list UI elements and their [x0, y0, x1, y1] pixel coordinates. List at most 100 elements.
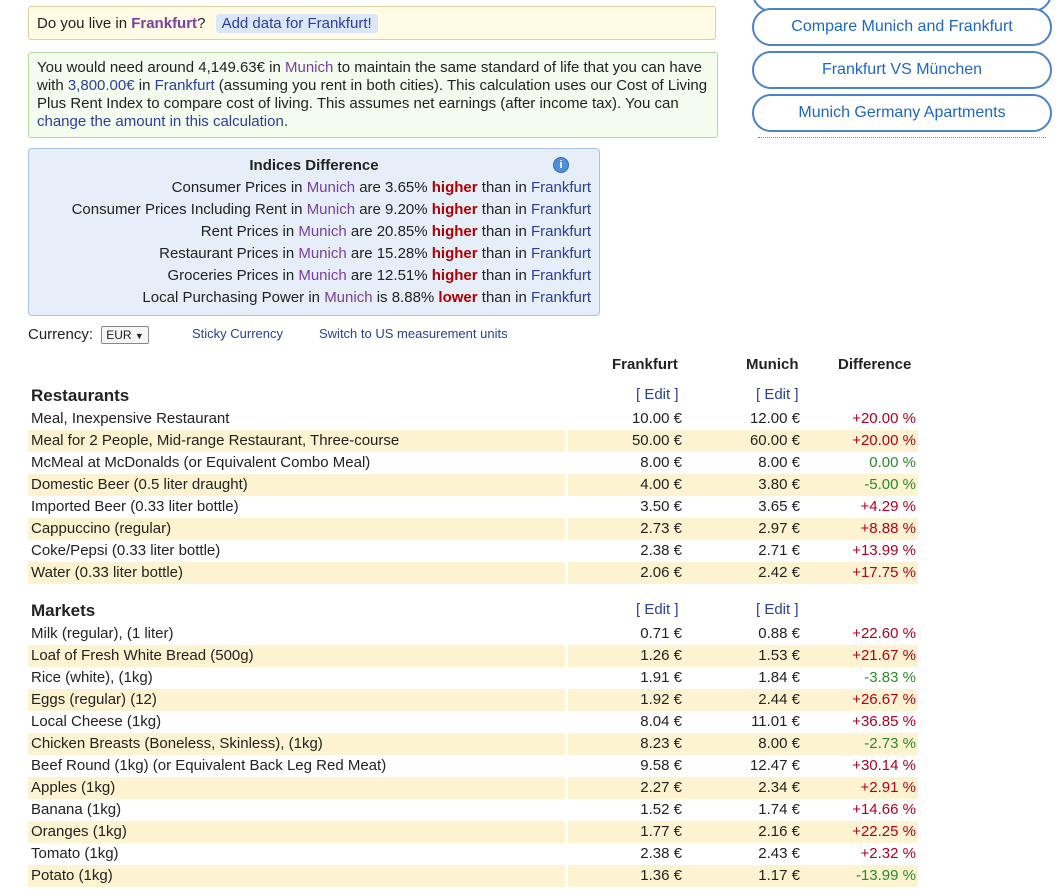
change-amount-link[interactable]: change the amount in this calculation [37, 113, 284, 130]
table-row: Imported Beer (0.33 liter bottle) 3.50 € 3… [28, 496, 918, 518]
price-city-a: 1.36 € [568, 865, 684, 887]
price-difference: +21.67 % [802, 645, 918, 667]
index-value: are 3.65% [355, 179, 432, 196]
price-difference: +17.75 % [802, 562, 918, 584]
item-name: Potato (1kg) [28, 865, 565, 887]
price-city-b: 1.17 € [684, 865, 802, 887]
price-difference: 0.00 % [869, 454, 916, 471]
info-icon[interactable]: i [553, 157, 569, 173]
sticky-currency-link[interactable]: Sticky Currency [192, 326, 283, 341]
price-city-a: 2.38 € [640, 542, 682, 559]
currency-select[interactable]: EUR ▼ [101, 326, 149, 345]
item-name: Local Cheese (1kg) [31, 713, 162, 730]
dropdown-arrow-icon: ▼ [134, 331, 144, 342]
index-city-a-link[interactable]: Frankfurt [531, 179, 591, 196]
item-name: McMeal at McDonalds (or Equivalent Combo… [31, 454, 371, 471]
price-city-b: 1.53 € [684, 645, 802, 667]
price-city-a: 50.00 € [568, 430, 684, 452]
table-row: Meal for 2 People, Mid-range Restaurant,… [28, 430, 918, 452]
item-name: Tomato (1kg) [31, 845, 119, 862]
price-city-a: 0.71 € [640, 625, 682, 642]
index-city-a-link[interactable]: Frankfurt [531, 267, 591, 284]
index-row: Rent Prices in Munich are 20.85% higher … [37, 221, 591, 243]
index-city-b-link[interactable]: Munich [307, 201, 355, 218]
item-name: Water (0.33 liter bottle) [28, 562, 565, 584]
summary-city-a[interactable]: Frankfurt [155, 77, 215, 94]
price-difference: +22.60 % [852, 625, 916, 642]
table-row: McMeal at McDonalds (or Equivalent Combo… [28, 452, 918, 474]
index-city-a-link[interactable]: Frankfurt [531, 245, 591, 262]
index-text: than in [477, 267, 531, 284]
price-city-a: 8.23 € [568, 733, 684, 755]
price-city-b: 11.01 € [751, 713, 800, 730]
price-city-a: 8.04 € [640, 713, 682, 730]
item-name: Chicken Breasts (Boneless, Skinless), (1… [28, 733, 565, 755]
item-name: Cappuccino (regular) [28, 518, 565, 540]
price-city-a: 1.26 € [568, 645, 684, 667]
table-row: Coke/Pepsi (0.33 liter bottle) 2.38 € 2.71… [28, 540, 918, 562]
price-difference: +36.85 % [852, 713, 916, 730]
column-header-city-a: Frankfurt [612, 356, 678, 373]
price-city-a: 9.58 € [640, 757, 682, 774]
table-row: Eggs (regular) (12) 1.92 €2.44 € +26.67 % [28, 689, 918, 711]
price-city-b: 12.00 € [749, 410, 800, 427]
index-direction: higher [431, 201, 478, 218]
currency-row: Currency: EUR ▼ [28, 324, 149, 346]
price-difference: +14.66 % [852, 801, 916, 818]
price-city-a: 2.73 € [568, 518, 684, 540]
item-name: Meal, Inexpensive Restaurant [31, 410, 230, 427]
switch-units-link[interactable]: Switch to US measurement units [319, 326, 508, 341]
city-vs-button[interactable]: Frankfurt VS München [752, 51, 1052, 89]
edit-city-b-link[interactable]: [ Edit ] [756, 386, 799, 403]
price-city-b: 2.71 € [758, 542, 800, 559]
index-value: is 8.88% [372, 289, 439, 306]
index-city-b-link[interactable]: Munich [298, 245, 346, 262]
item-name: Domestic Beer (0.5 liter draught) [28, 474, 565, 496]
table-row: Meal, Inexpensive Restaurant 10.00 € 12.00… [28, 408, 918, 430]
edit-city-a-link[interactable]: [ Edit ] [636, 601, 679, 618]
summary-text-1: You would need around 4,149.63€ in [37, 59, 285, 76]
index-city-b-link[interactable]: Munich [298, 223, 346, 240]
index-direction: higher [431, 223, 478, 240]
index-city-b-link[interactable]: Munich [324, 289, 372, 306]
edit-city-b-link[interactable]: [ Edit ] [756, 601, 799, 618]
summary-city-b[interactable]: Munich [285, 59, 333, 76]
index-city-a-link[interactable]: Frankfurt [531, 201, 591, 218]
live-city-link[interactable]: Frankfurt [131, 15, 197, 32]
currency-label: Currency: [28, 326, 94, 343]
table-row: Cappuccino (regular) 2.73 €2.97 € +8.88 % [28, 518, 918, 540]
indices-rows: Consumer Prices in Munich are 3.65% high… [37, 177, 591, 309]
price-difference: -5.00 % [802, 474, 918, 496]
price-city-a: 8.00 € [640, 454, 682, 471]
table-row: Banana (1kg) 1.52 € 1.74 € +14.66 % [28, 799, 918, 821]
index-direction: higher [431, 245, 478, 262]
price-city-b: 0.88 € [758, 625, 800, 642]
index-direction: higher [431, 267, 478, 284]
price-city-a: 3.50 € [640, 498, 682, 515]
index-city-a-link[interactable]: Frankfurt [531, 223, 591, 240]
index-direction: higher [431, 179, 478, 196]
price-city-a: 1.92 € [568, 689, 684, 711]
price-city-b: 2.34 € [684, 777, 802, 799]
index-city-b-link[interactable]: Munich [298, 267, 346, 284]
item-name: Beef Round (1kg) (or Equivalent Back Leg… [31, 757, 387, 774]
price-city-b: 3.80 € [684, 474, 802, 496]
price-difference: +4.29 % [860, 498, 916, 515]
index-city-b-link[interactable]: Munich [307, 179, 355, 196]
price-difference: -3.83 % [864, 669, 916, 686]
add-data-button[interactable]: Add data for Frankfurt! [215, 14, 378, 33]
indices-difference-box: Indices Difference i Consumer Prices in … [28, 148, 600, 316]
index-row: Consumer Prices Including Rent in Munich… [37, 199, 591, 221]
price-city-a: 1.91 € [640, 669, 682, 686]
compare-cities-button[interactable]: Compare Munich and Frankfurt [752, 8, 1052, 46]
index-city-a-link[interactable]: Frankfurt [531, 289, 591, 306]
edit-city-a-link[interactable]: [ Edit ] [636, 386, 679, 403]
apartments-button[interactable]: Munich Germany Apartments [752, 94, 1052, 132]
price-city-b: 3.65 € [758, 498, 800, 515]
table-row: Chicken Breasts (Boneless, Skinless), (1… [28, 733, 918, 755]
price-city-a: 1.77 € [568, 821, 684, 843]
price-difference: -2.73 % [802, 733, 918, 755]
index-row: Groceries Prices in Munich are 12.51% hi… [37, 265, 591, 287]
index-text: than in [477, 245, 531, 262]
summary-amount-link[interactable]: 3,800.00€ [68, 77, 135, 94]
